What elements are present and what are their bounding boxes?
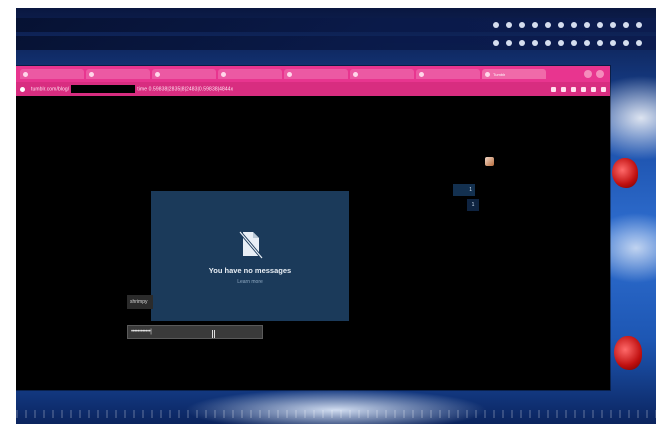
redacted-block [71,85,136,93]
address-bar[interactable]: tumblr.com/blog/time 0.59838|2835|8|2483… [16,82,610,96]
learn-more-link[interactable]: Learn more [237,279,263,285]
tab-favicon-icon [419,71,424,77]
page-viewport: 1 1 You have no messages Learn more shri… [16,96,610,390]
tab-favicon-icon [23,71,28,77]
browser-window: Tumblr tumblr.com/blog/time 0.59838|2835… [16,66,610,390]
tab-7[interactable] [416,69,480,79]
extension-icon[interactable] [561,86,566,92]
extension-icon[interactable] [591,86,596,92]
text-cursor-icon [212,330,215,338]
password-field[interactable]: ••••••••••••| [127,325,263,339]
username-chip[interactable]: shrimpy [127,295,153,309]
rose-decoration [612,158,638,188]
messages-panel: You have no messages Learn more [151,191,349,321]
tab-tumblr[interactable]: Tumblr [482,69,546,79]
tab-favicon-icon [89,71,94,77]
reload-icon[interactable] [20,86,25,92]
extension-icon[interactable] [601,86,606,92]
tab-favicon-icon [287,71,292,77]
desktop-screen: Tumblr tumblr.com/blog/time 0.59838|2835… [16,8,656,424]
tab-favicon-icon [155,71,160,77]
empty-state-title: You have no messages [208,265,292,275]
background-window-bar [16,18,656,32]
tab-favicon-icon [353,71,358,77]
extension-icons [551,86,606,92]
minimize-button[interactable] [584,70,592,78]
no-document-icon [238,230,264,259]
tab-favicon-icon [221,71,226,77]
window-controls [584,70,604,78]
url-text[interactable]: tumblr.com/blog/time 0.59838|2835|8|2483… [31,85,233,93]
tab-2[interactable] [86,69,150,79]
close-button[interactable] [596,70,604,78]
tab-1[interactable] [20,69,84,79]
url-suffix: time 0.59838|2835|8|2483|0.59838|4844x [137,86,234,93]
extension-icon[interactable] [581,86,586,92]
tab-6[interactable] [350,69,414,79]
url-prefix: tumblr.com/blog/ [31,86,70,93]
tab-5[interactable] [284,69,348,79]
wallpaper-reflection [16,410,656,418]
background-toolbar-icons [493,22,642,28]
tab-label: Tumblr [493,71,506,77]
count-badge-2[interactable]: 1 [467,199,479,211]
background-window-bar-2 [16,36,656,50]
extension-icon[interactable] [551,86,556,92]
rose-decoration-2 [614,336,642,370]
background-toolbar-icons-2 [493,40,642,46]
extension-icon[interactable] [571,86,576,92]
tab-bar: Tumblr [16,66,610,82]
avatar[interactable] [485,157,494,166]
tab-3[interactable] [152,69,216,79]
tab-favicon-icon [485,71,490,77]
tab-4[interactable] [218,69,282,79]
count-badge[interactable]: 1 [453,184,475,196]
